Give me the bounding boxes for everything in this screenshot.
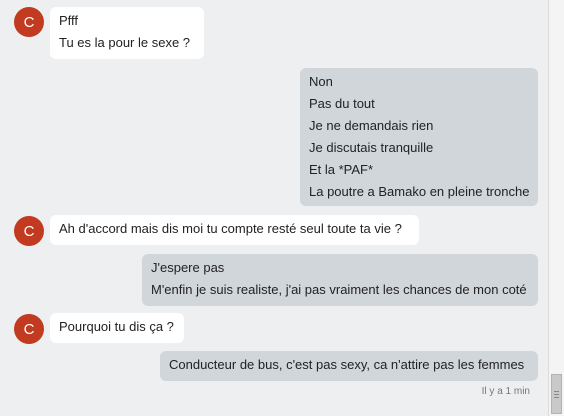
- message-line: Je discutais tranquille: [309, 140, 434, 155]
- avatar[interactable]: C: [14, 216, 44, 246]
- grip-line: [554, 394, 559, 395]
- scrollbar[interactable]: [548, 0, 564, 416]
- message-line: Non: [309, 74, 333, 89]
- grip-line: [554, 391, 559, 392]
- avatar-letter: C: [23, 222, 35, 240]
- message-line: Je ne demandais rien: [309, 118, 434, 133]
- message-line: Et la *PAF*: [309, 162, 374, 177]
- incoming-message: Pfff Tu es la pour le sexe ?: [50, 7, 204, 59]
- avatar-letter: C: [23, 13, 35, 31]
- message-line: Pfff: [59, 13, 79, 28]
- message-line: J'espere pas: [151, 260, 225, 275]
- message-line: M'enfin je suis realiste, j'ai pas vraim…: [151, 282, 527, 297]
- avatar[interactable]: C: [14, 314, 44, 344]
- incoming-message: Pourquoi tu dis ça ?: [50, 313, 184, 343]
- outgoing-message: Non Pas du tout Je ne demandais rien Je …: [300, 68, 538, 206]
- outgoing-message: Conducteur de bus, c'est pas sexy, ca n'…: [160, 351, 538, 381]
- avatar-letter: C: [23, 320, 35, 338]
- message-line: La poutre a Bamako en pleine tronche: [309, 184, 530, 199]
- outgoing-message: J'espere pas M'enfin je suis realiste, j…: [142, 254, 538, 306]
- grip-line: [554, 397, 559, 398]
- avatar[interactable]: C: [14, 7, 44, 37]
- message-line: Pourquoi tu dis ça ?: [59, 319, 174, 334]
- message-line: Ah d'accord mais dis moi tu compte resté…: [59, 221, 402, 236]
- incoming-message: Ah d'accord mais dis moi tu compte resté…: [50, 215, 419, 245]
- chat-conversation: C Pfff Tu es la pour le sexe ? Non Pas d…: [0, 0, 548, 416]
- scrollbar-thumb[interactable]: [551, 374, 562, 414]
- message-line: Conducteur de bus, c'est pas sexy, ca n'…: [169, 357, 525, 372]
- message-line: Tu es la pour le sexe ?: [59, 35, 191, 50]
- message-line: Pas du tout: [309, 96, 375, 111]
- message-timestamp: Il y a 1 min: [481, 386, 530, 397]
